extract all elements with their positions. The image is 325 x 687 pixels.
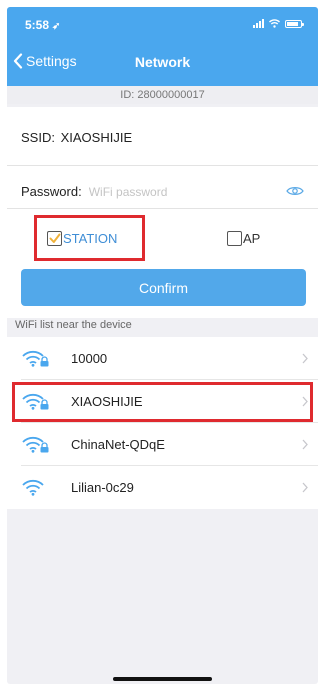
wifi-name: 10000 — [71, 351, 108, 366]
chevron-right-icon — [302, 439, 308, 450]
wifi-name: XIAOSHIJIE — [71, 394, 143, 409]
network-form: SSID: XIAOSHIJIE Password: STATION AP Co… — [7, 107, 318, 318]
ssid-value: XIAOSHIJIE — [60, 130, 133, 145]
wifi-list-item[interactable]: 10000 — [7, 337, 318, 380]
ssid-label: SSID: — [21, 130, 55, 145]
wifi-list-item[interactable]: XIAOSHIJIE — [7, 380, 318, 423]
chevron-right-icon — [302, 482, 308, 493]
confirm-button[interactable]: Confirm — [21, 269, 306, 306]
divider — [7, 165, 318, 166]
checkbox-unchecked-icon — [227, 231, 242, 246]
lock-icon — [40, 356, 49, 367]
wifi-name: ChinaNet-QDqE — [71, 437, 165, 452]
wifi-icon — [22, 479, 44, 496]
lock-icon — [40, 442, 49, 453]
cellular-signal-icon — [253, 19, 264, 28]
wifi-list-item[interactable]: ChinaNet-QDqE — [7, 423, 318, 466]
lock-icon — [40, 399, 49, 410]
show-password-eye-icon[interactable] — [286, 185, 304, 197]
phone-screen: 5:58 ➶ Settings Network ID: 28000000017 S… — [7, 7, 318, 684]
page-title: Network — [134, 54, 191, 70]
chevron-right-icon — [302, 396, 308, 407]
battery-icon — [285, 19, 304, 28]
password-row: Password: — [21, 184, 259, 199]
status-time-text: 5:58 — [25, 18, 50, 32]
status-bar-icons — [253, 19, 304, 28]
wifi-list-item[interactable]: Lilian-0c29 — [7, 466, 318, 509]
station-mode-checkbox[interactable]: STATION — [47, 231, 117, 246]
ap-mode-checkbox[interactable]: AP — [227, 231, 260, 246]
wifi-name: Lilian-0c29 — [71, 480, 134, 495]
password-label: Password: — [21, 184, 82, 199]
location-arrow-icon: ➶ — [52, 21, 61, 32]
wifi-status-icon — [269, 19, 280, 28]
home-indicator[interactable] — [113, 677, 212, 681]
password-input[interactable] — [88, 184, 259, 199]
divider — [7, 208, 318, 209]
chevron-right-icon — [302, 353, 308, 364]
device-id-label: ID: 28000000017 — [7, 86, 318, 104]
status-bar-time: 5:58 ➶ — [25, 18, 60, 32]
station-mode-label: STATION — [63, 231, 118, 246]
app-header: 5:58 ➶ Settings Network — [7, 7, 318, 86]
ssid-row[interactable]: SSID: XIAOSHIJIE — [21, 130, 132, 145]
ap-mode-label: AP — [243, 231, 261, 246]
checkbox-checked-icon — [47, 231, 62, 246]
wifi-list: 10000 XIAOSHIJIE ChinaNet-QDqE Lilian-0c… — [7, 337, 318, 509]
wifi-list-header: WiFi list near the device — [15, 319, 132, 331]
